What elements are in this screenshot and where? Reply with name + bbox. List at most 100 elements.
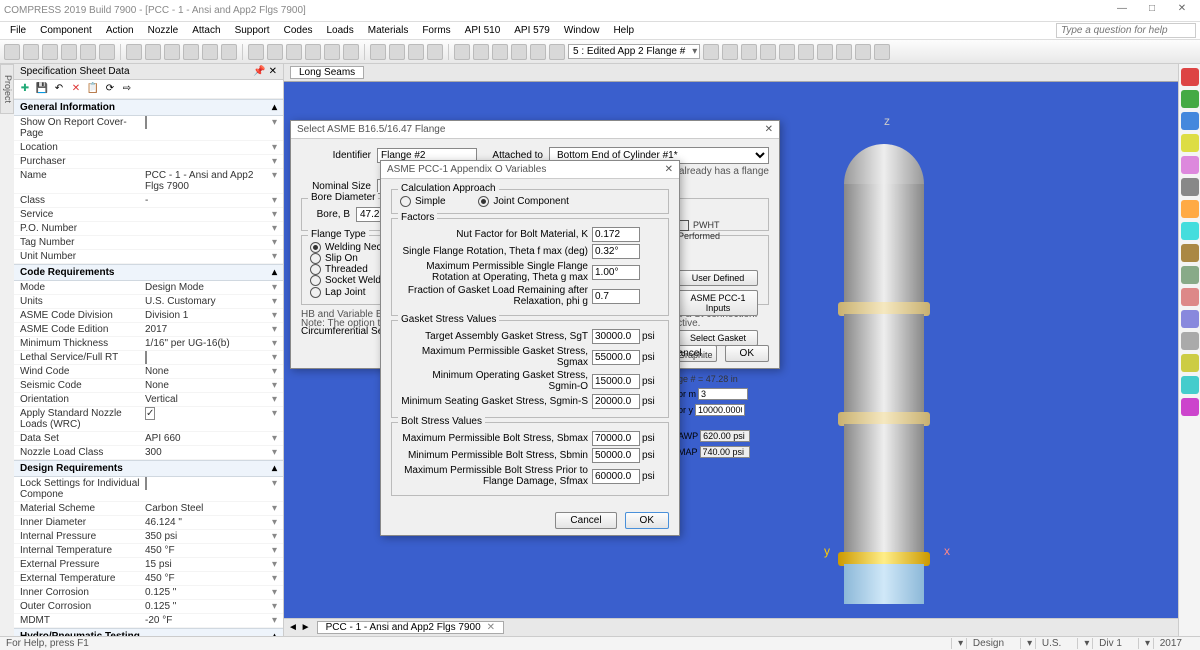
orm-input[interactable] (698, 388, 748, 400)
toolbar-button-r5[interactable] (798, 44, 814, 60)
undo-icon[interactable]: ↶ (52, 82, 66, 96)
value-input[interactable] (592, 227, 640, 242)
toolbar-button-r2[interactable] (741, 44, 757, 60)
row-nozzle-load-class[interactable]: Nozzle Load Class300▾ (14, 446, 283, 460)
shape-button-15[interactable] (1181, 398, 1199, 416)
shape-button-11[interactable] (1181, 310, 1199, 328)
shape-button-10[interactable] (1181, 288, 1199, 306)
dropdown-icon[interactable]: ▾ (272, 503, 277, 514)
row-unit-number[interactable]: Unit Number▾ (14, 250, 283, 264)
menu-action[interactable]: Action (100, 25, 140, 36)
toolbar-button-1[interactable] (23, 44, 39, 60)
dropdown-icon[interactable]: ▾ (272, 366, 277, 377)
status-year[interactable]: ▾ 2017 (1138, 638, 1194, 649)
toolbar-button-11[interactable] (221, 44, 237, 60)
value-input[interactable] (592, 431, 640, 446)
shape-button-14[interactable] (1181, 376, 1199, 394)
document-tab[interactable]: PCC - 1 - Ansi and App2 Flgs 7900 ✕ (317, 621, 504, 634)
value-input[interactable] (592, 265, 640, 280)
row-tag-number[interactable]: Tag Number▾ (14, 236, 283, 250)
dropdown-icon[interactable]: ▾ (272, 615, 277, 626)
simple-radio[interactable] (400, 196, 411, 207)
dropdown-icon[interactable]: ▾ (272, 394, 277, 405)
row-units[interactable]: UnitsU.S. Customary▾ (14, 295, 283, 309)
dropdown-icon[interactable]: ▾ (272, 223, 277, 234)
vessel-model[interactable] (844, 144, 924, 604)
toolbar-button-22[interactable] (454, 44, 470, 60)
toolbar-button-8[interactable] (164, 44, 180, 60)
row-purchaser[interactable]: Purchaser▾ (14, 155, 283, 169)
awp-input[interactable] (700, 430, 750, 442)
row-class[interactable]: Class-▾ (14, 194, 283, 208)
copy-icon[interactable]: 📋 (86, 82, 100, 96)
dropdown-icon[interactable]: ▾ (272, 117, 277, 139)
toolbar-button-r4[interactable] (779, 44, 795, 60)
toolbar-button-r7[interactable] (836, 44, 852, 60)
shape-button-6[interactable] (1181, 200, 1199, 218)
row-p-o--number[interactable]: P.O. Number▾ (14, 222, 283, 236)
row-service[interactable]: Service▾ (14, 208, 283, 222)
flange-type-radio[interactable] (310, 287, 321, 298)
dropdown-icon[interactable]: ▾ (272, 237, 277, 248)
row-material-scheme[interactable]: Material SchemeCarbon Steel▾ (14, 502, 283, 516)
value-input[interactable] (592, 329, 640, 344)
value-input[interactable] (592, 448, 640, 463)
toolbar-button-15[interactable] (305, 44, 321, 60)
dropdown-icon[interactable]: ▾ (272, 352, 277, 363)
dropdown-icon[interactable]: ▾ (272, 573, 277, 584)
menu-support[interactable]: Support (229, 25, 276, 36)
pcc1-inputs-button[interactable]: ASME PCC-1 Inputs (678, 290, 758, 316)
toolbar-button-24[interactable] (492, 44, 508, 60)
shape-button-13[interactable] (1181, 354, 1199, 372)
row-external-temperature[interactable]: External Temperature450 °F▾ (14, 572, 283, 586)
section-general-information[interactable]: General Information▴ (14, 99, 283, 116)
row-internal-pressure[interactable]: Internal Pressure350 psi▾ (14, 530, 283, 544)
status-units[interactable]: ▾ U.S. (1020, 638, 1073, 649)
row-asme-code-division[interactable]: ASME Code DivisionDivision 1▾ (14, 309, 283, 323)
toolbar-button-23[interactable] (473, 44, 489, 60)
dropdown-icon[interactable]: ▾ (272, 517, 277, 528)
shape-button-12[interactable] (1181, 332, 1199, 350)
menu-loads[interactable]: Loads (321, 25, 360, 36)
dropdown-icon[interactable]: ▾ (272, 324, 277, 335)
select-gasket-button[interactable]: Select Gasket (678, 330, 758, 346)
status-div[interactable]: ▾ Div 1 (1077, 638, 1134, 649)
dropdown-icon[interactable]: ▾ (272, 142, 277, 153)
toolbar-button-17[interactable] (343, 44, 359, 60)
menu-api579[interactable]: API 579 (508, 25, 556, 36)
row-data-set[interactable]: Data SetAPI 660▾ (14, 432, 283, 446)
dropdown-icon[interactable]: ▾ (272, 531, 277, 542)
toolbar-button-7[interactable] (145, 44, 161, 60)
menu-forms[interactable]: Forms (416, 25, 456, 36)
help-search-input[interactable] (1056, 23, 1196, 38)
maximize-button[interactable]: □ (1138, 3, 1166, 19)
save-icon[interactable]: 💾 (35, 82, 49, 96)
row-inner-diameter[interactable]: Inner Diameter46.124 "▾ (14, 516, 283, 530)
row-lethal-service-full-rt[interactable]: Lethal Service/Full RT▾ (14, 351, 283, 365)
dropdown-icon[interactable]: ▾ (272, 433, 277, 444)
shape-button-0[interactable] (1181, 68, 1199, 86)
menu-attach[interactable]: Attach (186, 25, 226, 36)
flange-type-radio[interactable] (310, 275, 321, 286)
dlg1-close-icon[interactable]: ✕ (765, 124, 773, 135)
dropdown-icon[interactable]: ▾ (272, 209, 277, 220)
toolbar-button-13[interactable] (267, 44, 283, 60)
value-input[interactable] (592, 350, 640, 365)
row-apply-standard-nozzle-loads--wrc-[interactable]: Apply Standard Nozzle Loads (WRC)✓▾ (14, 407, 283, 432)
dropdown-icon[interactable]: ▾ (272, 408, 277, 430)
dropdown-icon[interactable]: ▾ (272, 156, 277, 167)
flange-type-radio[interactable] (310, 264, 321, 275)
checkbox[interactable] (145, 116, 147, 129)
toolbar-button-10[interactable] (202, 44, 218, 60)
dropdown-icon[interactable]: ▾ (272, 478, 277, 500)
dropdown-icon[interactable]: ▾ (272, 545, 277, 556)
refresh-icon[interactable]: ⟳ (103, 82, 117, 96)
toolbar-button-26[interactable] (530, 44, 546, 60)
toolbar-button-21[interactable] (427, 44, 443, 60)
row-name[interactable]: NamePCC - 1 - Ansi and App2 Flgs 7900▾ (14, 169, 283, 194)
row-lock-settings-for-individual-compone[interactable]: Lock Settings for Individual Compone▾ (14, 477, 283, 502)
dropdown-icon[interactable]: ▾ (272, 338, 277, 349)
row-mdmt[interactable]: MDMT-20 °F▾ (14, 614, 283, 628)
value-input[interactable] (592, 244, 640, 259)
value-input[interactable] (592, 469, 640, 484)
